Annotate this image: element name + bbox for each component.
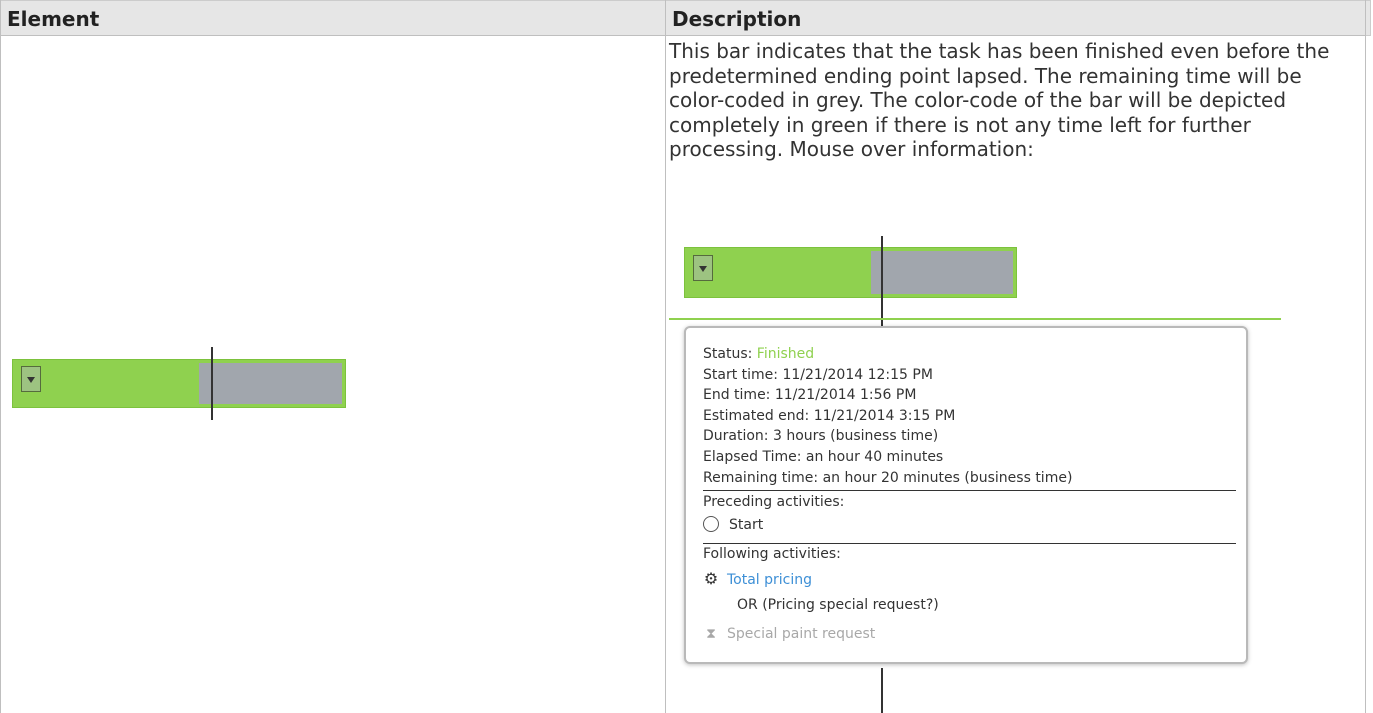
following-label: Following activities: bbox=[703, 546, 841, 562]
following-item-condition: OR (Pricing special request?) bbox=[737, 597, 939, 613]
table-border-left bbox=[0, 0, 1, 713]
gear-icon: ⚙ bbox=[703, 569, 719, 588]
remaining-time-segment bbox=[199, 363, 342, 404]
timeline-line bbox=[669, 318, 1281, 320]
status-line: Status: Finished bbox=[703, 346, 814, 362]
status-label: Status: bbox=[703, 346, 757, 362]
description-text: This bar indicates that the task has bee… bbox=[669, 39, 1330, 161]
divider bbox=[703, 490, 1236, 491]
end-time: End time: 11/21/2014 1:56 PM bbox=[703, 387, 917, 403]
preceding-label: Preceding activities: bbox=[703, 494, 845, 510]
preceding-item[interactable]: Start bbox=[703, 516, 763, 533]
table-header-row: Element Description bbox=[0, 0, 1371, 36]
header-element: Element bbox=[7, 7, 100, 31]
preceding-item-label: Start bbox=[729, 517, 764, 533]
start-time: Start time: 11/21/2014 12:15 PM bbox=[703, 367, 933, 383]
remaining-time: Remaining time: an hour 20 minutes (busi… bbox=[703, 470, 1073, 486]
current-time-marker bbox=[881, 236, 883, 326]
current-time-marker bbox=[211, 347, 213, 420]
duration: Duration: 3 hours (business time) bbox=[703, 428, 939, 444]
current-time-marker-bottom bbox=[881, 668, 883, 713]
hourglass-icon: ⧗ bbox=[706, 626, 716, 642]
chevron-down-icon[interactable] bbox=[693, 255, 713, 281]
elapsed-time: Elapsed Time: an hour 40 minutes bbox=[703, 449, 944, 465]
gantt-bar-preview[interactable] bbox=[684, 247, 1017, 298]
following-item-label: Special paint request bbox=[727, 626, 876, 642]
header-description: Description bbox=[672, 7, 802, 31]
status-value: Finished bbox=[756, 346, 815, 362]
following-item[interactable]: ⧗ Special paint request bbox=[703, 626, 875, 642]
mouseover-tooltip: Status: Finished Start time: 11/21/2014 … bbox=[684, 326, 1248, 664]
gantt-bar-finished[interactable] bbox=[12, 359, 346, 408]
following-item[interactable]: ⚙ Total pricing bbox=[703, 569, 812, 588]
table-border-right bbox=[1365, 0, 1366, 713]
remaining-time-segment bbox=[871, 251, 1013, 294]
header-divider bbox=[0, 35, 1366, 36]
divider bbox=[703, 543, 1236, 544]
following-item-label[interactable]: Total pricing bbox=[727, 572, 812, 588]
estimated-end: Estimated end: 11/21/2014 3:15 PM bbox=[703, 408, 956, 424]
column-divider bbox=[665, 0, 666, 713]
circle-icon bbox=[703, 516, 719, 532]
chevron-down-icon[interactable] bbox=[21, 366, 41, 392]
